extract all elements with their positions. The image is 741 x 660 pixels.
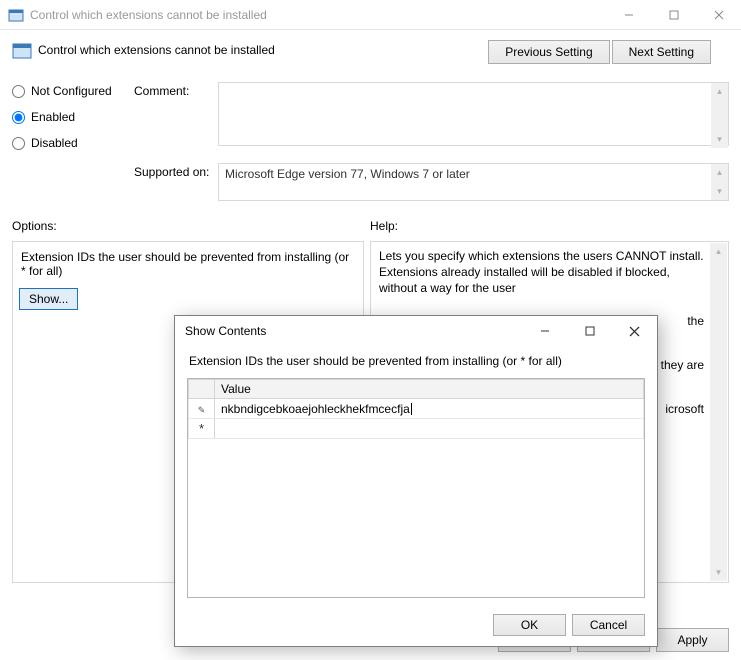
supported-on-value: Microsoft Edge version 77, Windows 7 or … [218,163,729,201]
options-heading: Options: [12,219,364,233]
supported-on-label: Supported on: [134,163,218,201]
row-value-cell[interactable] [215,419,644,439]
titlebar: Control which extensions cannot be insta… [0,0,741,30]
page-title: Control which extensions cannot be insta… [38,43,275,57]
minimize-button[interactable] [606,0,651,30]
close-button[interactable] [696,0,741,30]
dialog-title: Show Contents [175,324,522,338]
grid-header-marker [189,380,215,399]
pencil-icon: ✎ [198,405,206,415]
help-text: the [687,314,704,328]
show-button[interactable]: Show... [19,288,78,310]
dialog-minimize-button[interactable] [522,316,567,346]
maximize-button[interactable] [651,0,696,30]
apply-button[interactable]: Apply [656,628,729,652]
text-caret [411,403,412,415]
show-contents-dialog: Show Contents Extension IDs the user sho… [174,315,658,647]
help-text: Lets you specify which extensions the us… [379,249,704,295]
dialog-ok-button[interactable]: OK [493,614,566,636]
dialog-maximize-button[interactable] [567,316,612,346]
dialog-cancel-button[interactable]: Cancel [572,614,645,636]
comment-label: Comment: [134,82,218,149]
row-value[interactable]: nkbndigcebkoaejohleckhekfmcecfja [221,402,410,416]
radio-not-configured-input[interactable] [12,85,25,98]
radio-enabled-input[interactable] [12,111,25,124]
dialog-close-button[interactable] [612,316,657,346]
grid-header-value: Value [215,380,644,399]
row-value-cell[interactable]: nkbndigcebkoaejohleckhekfmcecfja [215,399,644,419]
radio-disabled[interactable]: Disabled [12,136,132,150]
scrollbar[interactable]: ▴▾ [710,243,727,581]
radio-label: Enabled [31,110,75,124]
table-row[interactable]: * [189,419,644,439]
policy-icon [8,7,24,23]
radio-disabled-input[interactable] [12,137,25,150]
row-value-input[interactable] [221,422,637,436]
value-grid[interactable]: Value ✎ nkbndigcebkoaejohleckhekfmcecfja… [187,378,645,598]
scrollbar[interactable]: ▴▾ [711,164,728,200]
table-row[interactable]: ✎ nkbndigcebkoaejohleckhekfmcecfja [189,399,644,419]
new-row-icon: * [199,421,204,436]
next-setting-button[interactable]: Next Setting [612,40,711,64]
help-heading: Help: [370,219,729,233]
radio-enabled[interactable]: Enabled [12,110,132,124]
window-title: Control which extensions cannot be insta… [30,8,606,22]
radio-label: Disabled [31,136,78,150]
options-desc: Extension IDs the user should be prevent… [19,248,357,278]
radio-not-configured[interactable]: Not Configured [12,84,132,98]
radio-label: Not Configured [31,84,112,98]
previous-setting-button[interactable]: Previous Setting [488,40,609,64]
row-marker: * [189,419,215,439]
dialog-description: Extension IDs the user should be prevent… [189,354,643,368]
scrollbar[interactable]: ▴▾ [711,83,728,148]
policy-icon [12,40,32,60]
comment-input[interactable] [218,82,729,146]
heading-row: Control which extensions cannot be insta… [12,40,729,64]
help-text: icrosoft [665,402,704,416]
row-marker: ✎ [189,399,215,419]
